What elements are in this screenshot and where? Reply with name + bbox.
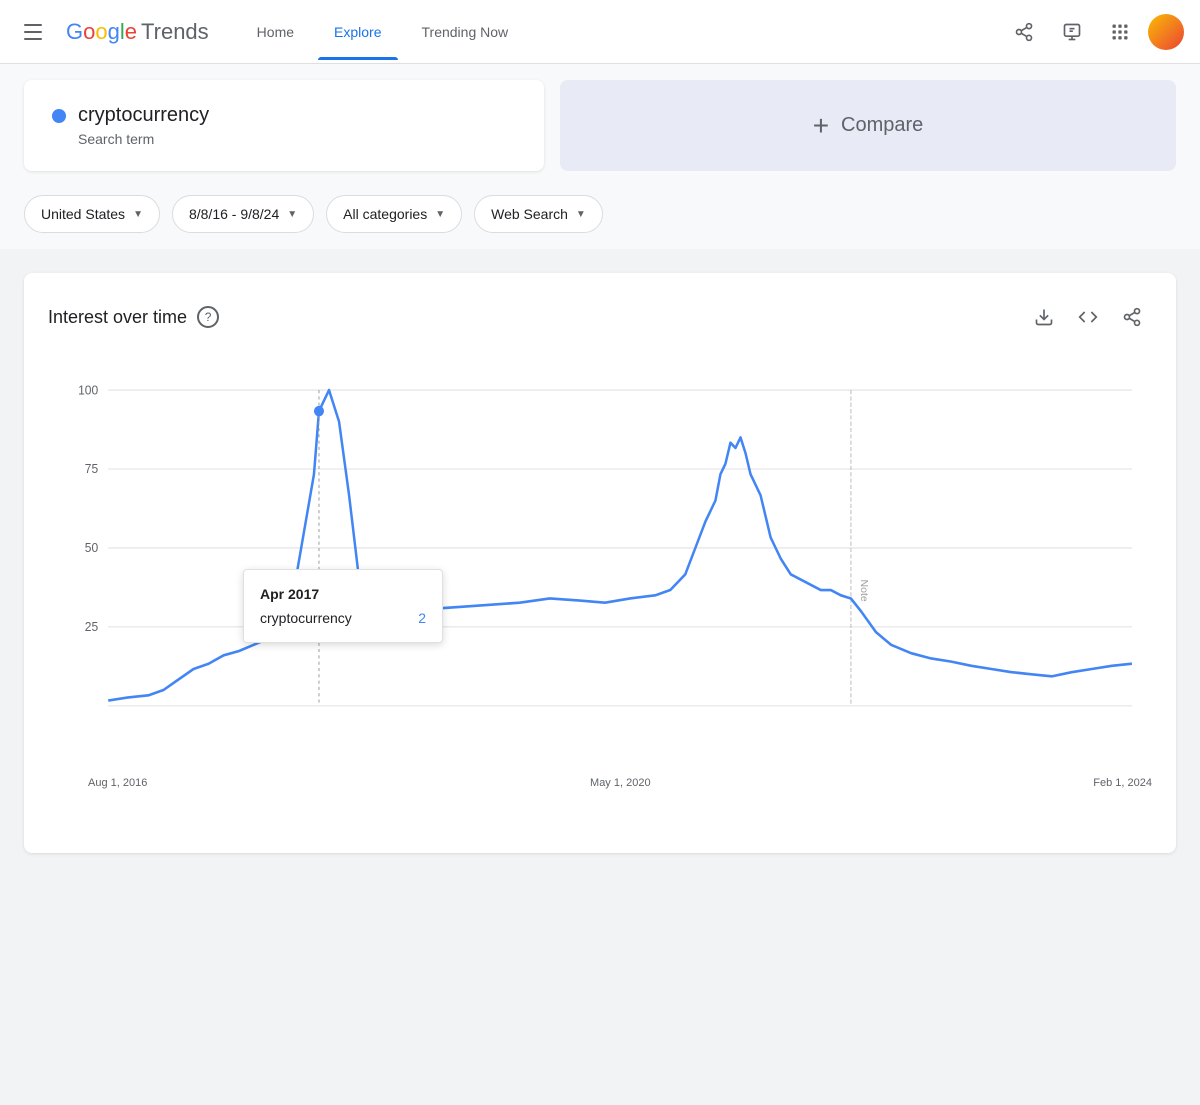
trends-wordmark: Trends: [141, 19, 209, 45]
nav-trending-now[interactable]: Trending Now: [406, 4, 525, 60]
tooltip-dot: [314, 406, 324, 417]
svg-text:25: 25: [85, 620, 99, 634]
term-type: Search term: [78, 131, 516, 147]
svg-text:100: 100: [78, 383, 98, 397]
apps-button[interactable]: [1100, 12, 1140, 52]
search-type-label: Web Search: [491, 206, 568, 222]
x-label-mid: May 1, 2020: [590, 777, 651, 789]
compare-label: Compare: [841, 114, 923, 137]
country-filter[interactable]: United States ▼: [24, 195, 160, 233]
term-name: cryptocurrency: [78, 104, 209, 127]
main-nav: Home Explore Trending Now: [241, 4, 524, 60]
search-term-header: cryptocurrency: [52, 104, 516, 127]
header: Google Trends Home Explore Trending Now: [0, 0, 1200, 64]
category-filter[interactable]: All categories ▼: [326, 195, 462, 233]
compare-button[interactable]: + Compare: [789, 94, 948, 158]
compare-section[interactable]: + Compare: [560, 80, 1176, 171]
trend-chart-svg: 100 75 50 25 Note: [48, 369, 1152, 769]
svg-text:75: 75: [85, 462, 99, 476]
x-label-start: Aug 1, 2016: [88, 777, 147, 789]
filter-bar: United States ▼ 8/8/16 - 9/8/24 ▼ All ca…: [0, 187, 1200, 249]
share-button[interactable]: [1004, 12, 1044, 52]
chart-title: Interest over time: [48, 307, 187, 328]
date-dropdown-arrow: ▼: [287, 209, 297, 220]
feedback-button[interactable]: [1052, 12, 1092, 52]
nav-home[interactable]: Home: [241, 4, 310, 60]
share-chart-button[interactable]: [1112, 297, 1152, 337]
svg-text:50: 50: [85, 541, 99, 555]
category-label: All categories: [343, 206, 427, 222]
category-dropdown-arrow: ▼: [435, 209, 445, 220]
search-section: cryptocurrency Search term + Compare: [0, 64, 1200, 187]
compare-plus-icon: +: [813, 110, 829, 142]
nav-explore[interactable]: Explore: [318, 4, 397, 60]
google-wordmark: Google: [66, 19, 137, 45]
chart-header: Interest over time ?: [48, 297, 1152, 337]
term-dot: [52, 109, 66, 123]
chart-area: 100 75 50 25 Note Apr 2017: [48, 369, 1152, 769]
country-label: United States: [41, 206, 125, 222]
interest-over-time-card: Interest over time ?: [24, 273, 1176, 853]
trend-line: [108, 390, 1132, 701]
date-range-filter[interactable]: 8/8/16 - 9/8/24 ▼: [172, 195, 314, 233]
search-type-dropdown-arrow: ▼: [576, 209, 586, 220]
x-label-end: Feb 1, 2024: [1093, 777, 1152, 789]
help-icon[interactable]: ?: [197, 306, 219, 328]
google-trends-logo[interactable]: Google Trends: [66, 19, 209, 45]
header-right: [1004, 12, 1184, 52]
header-left: Google Trends: [16, 16, 209, 48]
chart-actions: [1024, 297, 1152, 337]
chart-title-group: Interest over time ?: [48, 306, 219, 328]
embed-button[interactable]: [1068, 297, 1108, 337]
search-type-filter[interactable]: Web Search ▼: [474, 195, 603, 233]
country-dropdown-arrow: ▼: [133, 209, 143, 220]
search-term-card: cryptocurrency Search term: [24, 80, 544, 171]
date-range-label: 8/8/16 - 9/8/24: [189, 206, 279, 222]
x-axis: Aug 1, 2016 May 1, 2020 Feb 1, 2024: [48, 769, 1152, 789]
main-content: Interest over time ?: [0, 249, 1200, 877]
avatar[interactable]: [1148, 14, 1184, 50]
download-button[interactable]: [1024, 297, 1064, 337]
svg-text:Note: Note: [858, 580, 869, 602]
menu-icon[interactable]: [16, 16, 50, 48]
